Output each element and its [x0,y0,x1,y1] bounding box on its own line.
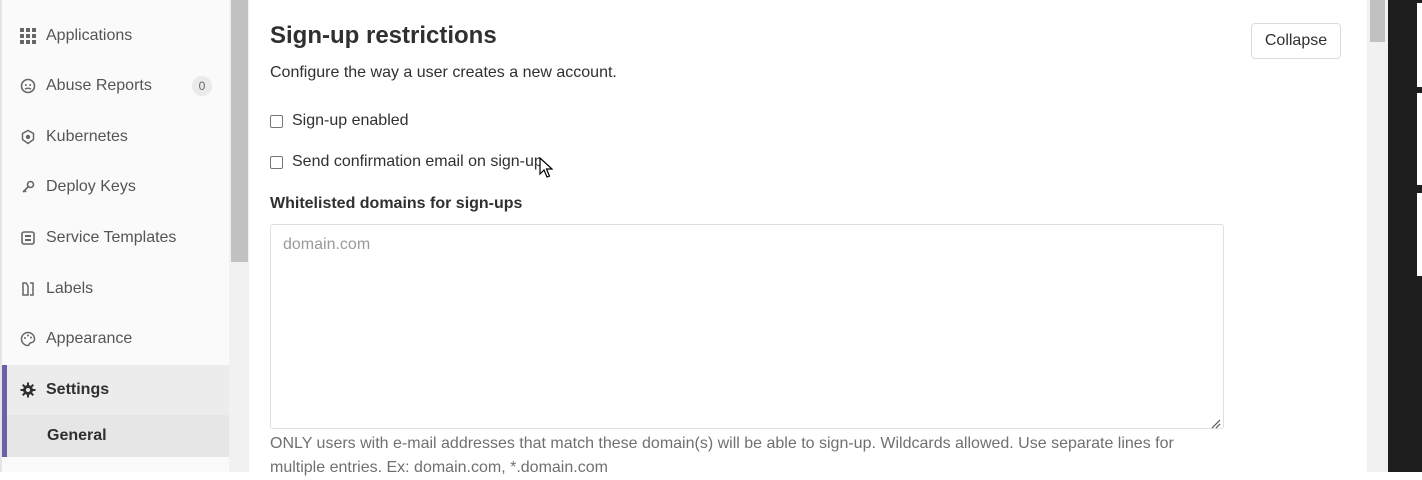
edge-marker [1417,3,1422,87]
service-templates-icon [20,230,36,246]
sidebar-item-label: Service Templates [46,229,177,246]
sidebar-scrollbar-thumb[interactable] [231,0,248,262]
kubernetes-icon [20,129,36,145]
labels-icon [20,281,36,297]
whitelist-domains-placeholder: domain.com [283,236,371,253]
edge-marker [1417,93,1422,185]
sidebar-item-label: Deploy Keys [46,178,136,195]
abuse-reports-icon [20,78,36,94]
whitelist-domains-label: Whitelisted domains for sign-ups [270,195,523,212]
sidebar-item-kubernetes[interactable]: Kubernetes [2,117,229,157]
abuse-reports-count-badge: 0 [192,76,212,96]
signup-enabled-checkbox[interactable] [270,114,283,128]
sidebar-item-abuse-reports[interactable]: Abuse Reports 0 [2,66,229,106]
edge-marker [1417,193,1422,276]
signup-enabled-row[interactable]: Sign-up enabled [270,112,409,130]
resize-grip-icon[interactable] [1211,416,1221,429]
mouse-cursor-icon [539,156,554,179]
sidebar-item-appearance[interactable]: Appearance [2,319,229,359]
whitelist-domains-textarea[interactable]: domain.com [270,224,1224,429]
sidebar-item-label: Applications [46,27,133,44]
sidebar-item-service-templates[interactable]: Service Templates [2,218,229,258]
page-scrollbar-track[interactable] [1367,0,1388,472]
section-title: Sign-up restrictions [270,22,497,49]
page-scrollbar-thumb[interactable] [1370,0,1385,42]
sidebar-item-label: Appearance [46,330,133,347]
sidebar: Applications Abuse Reports 0 Kubernetes … [0,0,229,472]
signup-enabled-label: Sign-up enabled [292,112,409,129]
sidebar-item-deploy-keys[interactable]: Deploy Keys [2,167,229,207]
sidebar-subitem-general[interactable]: General [2,415,229,457]
sidebar-subitem-label: General [47,427,107,444]
deploy-keys-icon [20,179,36,195]
send-confirmation-checkbox[interactable] [270,155,283,169]
section-description: Configure the way a user creates a new a… [270,64,617,81]
send-confirmation-label: Send confirmation email on sign-up [292,153,543,170]
gear-icon [20,382,36,398]
sidebar-item-labels[interactable]: Labels [2,269,229,309]
collapse-button[interactable]: Collapse [1251,23,1341,59]
send-confirmation-row[interactable]: Send confirmation email on sign-up [270,153,543,171]
appearance-icon [20,331,36,347]
sidebar-item-label: Abuse Reports [46,77,152,94]
sidebar-item-applications[interactable]: Applications [2,16,229,56]
sidebar-item-label: Settings [46,381,110,398]
sidebar-item-label: Kubernetes [46,128,128,145]
whitelist-help-text: ONLY users with e-mail addresses that ma… [270,435,1174,476]
sidebar-item-label: Labels [46,280,94,297]
applications-icon [20,28,36,44]
main-content: Sign-up restrictions Configure the way a… [249,0,1367,476]
sidebar-item-settings[interactable]: Settings [2,365,229,415]
